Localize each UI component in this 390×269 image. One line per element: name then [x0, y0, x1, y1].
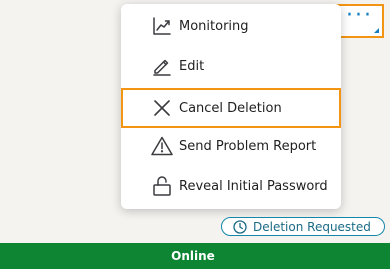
menu-item-label: Cancel Deletion	[179, 100, 282, 116]
connection-status-label: Online	[171, 249, 215, 263]
menu-item-label: Reveal Initial Password	[179, 178, 328, 194]
dropdown-corner-icon	[374, 28, 379, 33]
menu-item-label: Monitoring	[179, 18, 249, 34]
menu-item-send-problem-report[interactable]: Send Problem Report	[121, 126, 341, 166]
status-badge: Deletion Requested	[221, 217, 385, 236]
unlock-icon	[150, 174, 174, 198]
clock-icon	[233, 219, 247, 234]
connection-status-bar: Online	[0, 243, 390, 269]
more-actions-button[interactable]: ···	[335, 4, 384, 38]
menu-item-label: Send Problem Report	[179, 138, 317, 154]
actions-menu: Monitoring Edit Cancel Deletion Send Pro…	[121, 4, 341, 209]
menu-item-cancel-deletion[interactable]: Cancel Deletion	[121, 88, 341, 128]
menu-item-label: Edit	[179, 58, 205, 74]
trend-chart-icon	[150, 14, 174, 38]
close-icon	[150, 96, 174, 120]
menu-item-reveal-initial-password[interactable]: Reveal Initial Password	[121, 166, 341, 206]
more-horizontal-icon: ···	[346, 3, 373, 28]
menu-item-monitoring[interactable]: Monitoring	[121, 6, 341, 46]
status-badge-label: Deletion Requested	[253, 219, 371, 234]
pencil-icon	[150, 54, 174, 78]
warning-triangle-icon	[150, 134, 174, 158]
menu-item-edit[interactable]: Edit	[121, 46, 341, 86]
